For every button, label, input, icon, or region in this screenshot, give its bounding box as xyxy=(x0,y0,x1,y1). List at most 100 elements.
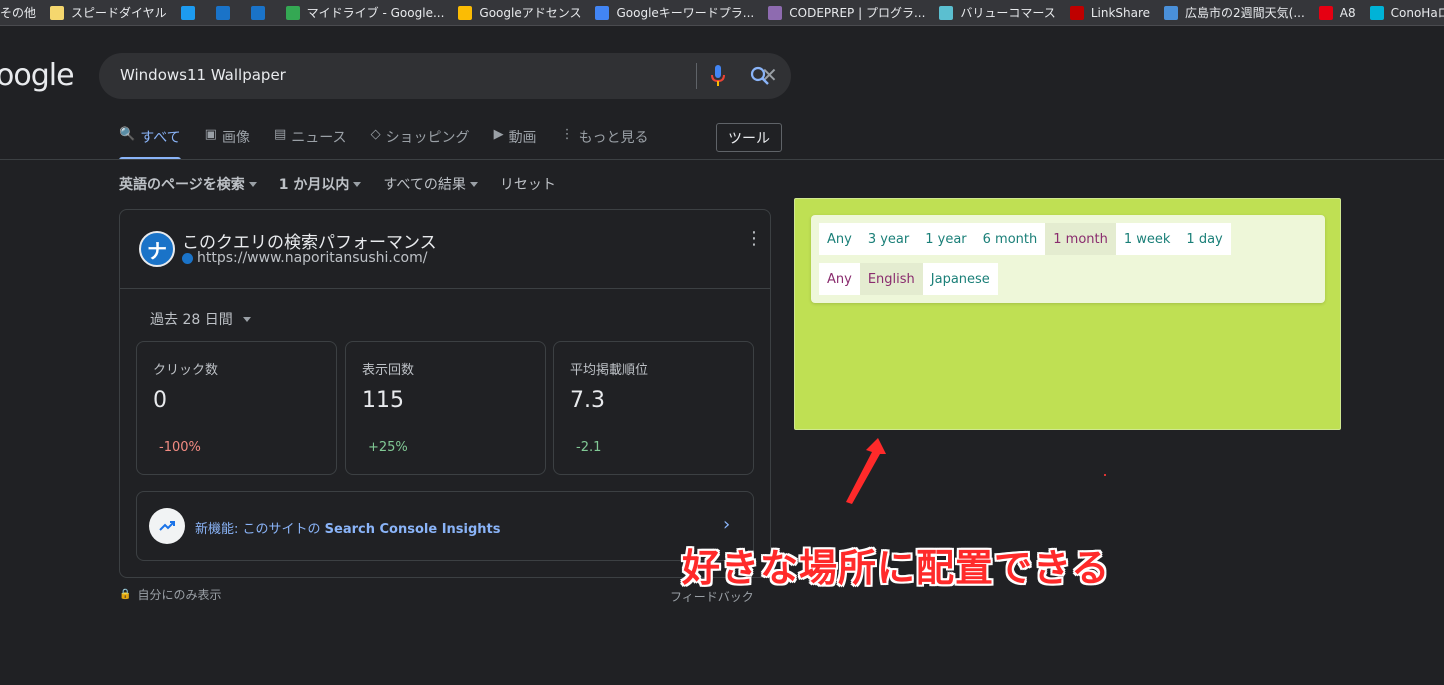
site-favicon-icon xyxy=(182,252,193,264)
time-range-chips: Any 3 year 1 year 6 month 1 month 1 week 1 day xyxy=(819,223,1231,255)
metric-value: 7.3 xyxy=(570,388,605,413)
bookmark-item[interactable]: ConoHaログイン xyxy=(1364,0,1444,25)
metric-label: 表示回数 xyxy=(362,363,415,378)
bookmark-item[interactable]: Googleキーワードプラ... xyxy=(589,0,762,25)
filter-chip[interactable]: Any xyxy=(819,263,860,295)
tab-item[interactable]: ⋮ もっと見る xyxy=(561,127,649,160)
search-divider xyxy=(696,63,697,89)
bookmark-favicon-icon xyxy=(1164,5,1179,20)
bookmark-favicon-icon xyxy=(1369,5,1384,20)
filter-chip[interactable]: 1 day xyxy=(1178,223,1231,255)
filter-bar: 英語のページを検索 1 か月以内 すべての結果 リセット xyxy=(119,174,578,194)
more-options-icon[interactable]: ⋮ xyxy=(745,230,763,248)
tab-icon: ▶ xyxy=(493,127,504,142)
trending-up-icon xyxy=(149,508,185,544)
tab-item[interactable]: ◇ ショッピング xyxy=(371,127,470,160)
tab-item[interactable]: ▤ ニュース xyxy=(274,127,347,160)
filter-chip[interactable]: 1 month xyxy=(1045,223,1116,255)
chevron-down-icon xyxy=(242,316,251,322)
chevron-down-icon xyxy=(248,181,257,187)
tab-icon: ▣ xyxy=(204,127,217,142)
filter-chip[interactable]: 6 month xyxy=(974,223,1046,255)
filter-dropdown[interactable]: すべての結果 xyxy=(383,174,478,194)
bookmark-item[interactable] xyxy=(245,0,280,25)
filter-chip[interactable]: Any xyxy=(819,223,860,255)
filter-chip[interactable]: 1 year xyxy=(917,223,975,255)
tab-label: もっと見る xyxy=(578,130,649,146)
bookmark-label: その他 xyxy=(0,6,37,20)
insights-text: 新機能: このサイトの Search Console Insights xyxy=(195,518,501,537)
bookmark-label: LinkShare xyxy=(1090,5,1151,20)
bookmark-favicon-icon xyxy=(768,5,783,20)
bookmark-item[interactable]: バリューコマース xyxy=(933,0,1063,25)
tab-label: すべて xyxy=(140,130,181,146)
period-dropdown[interactable]: 過去 28 日間 xyxy=(150,309,251,329)
bookmark-label: マイドライブ - Google... xyxy=(306,6,445,20)
filter-label: 英語のページを検索 xyxy=(119,177,245,193)
bookmark-item[interactable]: CODEPREP | プログラ... xyxy=(762,0,933,25)
bookmark-item[interactable]: マイドライブ - Google... xyxy=(280,0,453,25)
privacy-note: 🔒 自分にのみ表示 xyxy=(119,586,221,603)
bookmark-favicon-icon xyxy=(1069,5,1084,20)
metric-avg-position: 平均掲載順位 7.3 -2.1 xyxy=(553,341,754,475)
filter-label: リセット xyxy=(499,177,556,193)
bookmark-label: ConoHaログイン xyxy=(1390,6,1444,20)
bookmark-item[interactable]: その他 xyxy=(0,0,44,25)
lock-icon: 🔒 xyxy=(119,589,132,600)
bookmark-item[interactable]: スピードダイヤル xyxy=(44,0,175,25)
bookmark-item[interactable] xyxy=(175,0,210,25)
search-tabs: 🔍 すべて ▣ 画像 ▤ ニュース ◇ ショッピング ▶ 動画 ⋮ もっと見る xyxy=(119,127,673,160)
tab-item[interactable]: ▣ 画像 xyxy=(205,127,250,160)
bookmark-item[interactable] xyxy=(210,0,245,25)
bookmark-item[interactable]: 広島市の2週間天気(... xyxy=(1158,0,1313,25)
site-url-text: https://www.naporitansushi.com/ xyxy=(197,250,428,266)
filter-dropdown[interactable]: 1 か月以内 xyxy=(279,174,362,194)
bookmark-item[interactable]: A8 xyxy=(1313,0,1364,25)
bookmarks-bar: その他 スピードダイヤル マイドライブ - Google... Googleアドセンス… xyxy=(0,0,1444,26)
language-chips: Any English Japanese xyxy=(819,263,998,295)
bookmark-favicon-icon xyxy=(180,5,195,20)
bookmark-label: Googleアドセンス xyxy=(479,6,582,20)
bookmark-item[interactable]: Googleアドセンス xyxy=(452,0,589,25)
tab-label: 画像 xyxy=(221,130,250,146)
bookmark-favicon-icon xyxy=(458,5,473,20)
search-icon[interactable] xyxy=(749,65,771,87)
metric-impressions: 表示回数 115 +25% xyxy=(345,341,546,475)
bookmark-label: A8 xyxy=(1339,5,1356,20)
bookmark-item[interactable]: LinkShare xyxy=(1064,0,1158,25)
bookmark-label: 広島市の2週間天気(... xyxy=(1185,6,1305,20)
bookmark-label: スピードダイヤル xyxy=(71,6,167,20)
tab-label: ニュース xyxy=(291,130,347,146)
insights-prefix: 新機能: このサイトの xyxy=(195,522,325,537)
tab-item[interactable]: 🔍 すべて xyxy=(119,127,181,160)
search-box[interactable]: Windows11 Wallpaper ✕ xyxy=(99,53,791,99)
filter-label: すべての結果 xyxy=(383,177,466,193)
bookmark-favicon-icon xyxy=(1318,5,1333,20)
filter-chip[interactable]: 3 year xyxy=(859,223,918,255)
tab-icon: ◇ xyxy=(370,127,381,142)
tab-item[interactable]: ▶ 動画 xyxy=(494,127,537,160)
tab-label: 動画 xyxy=(508,130,537,146)
filter-chip[interactable]: 1 week xyxy=(1115,223,1179,255)
filter-chip[interactable]: Japanese xyxy=(922,263,998,295)
bookmark-favicon-icon xyxy=(250,5,265,20)
bookmark-label: CODEPREP | プログラ... xyxy=(789,6,926,20)
privacy-text: 自分にのみ表示 xyxy=(137,588,222,602)
search-input[interactable]: Windows11 Wallpaper xyxy=(120,66,286,84)
chevron-right-icon: › xyxy=(723,514,731,535)
bookmark-favicon-icon xyxy=(215,5,230,20)
filter-chip[interactable]: English xyxy=(859,263,923,295)
period-label: 過去 28 日間 xyxy=(150,312,233,328)
google-logo[interactable]: oogle xyxy=(0,58,75,93)
site-url[interactable]: https://www.naporitansushi.com/ xyxy=(182,250,427,266)
filter-dropdown[interactable]: 英語のページを検索 xyxy=(119,174,257,194)
metric-delta: +25% xyxy=(368,440,408,455)
bookmark-label: Googleキーワードプラ... xyxy=(616,6,755,20)
bookmark-favicon-icon xyxy=(595,5,610,20)
filter-dropdown[interactable]: リセット xyxy=(500,174,556,194)
microphone-icon[interactable] xyxy=(711,65,725,87)
metric-clicks: クリック数 0 -100% xyxy=(136,341,337,475)
search-console-insights-link[interactable]: 新機能: このサイトの Search Console Insights › xyxy=(136,491,754,561)
tools-button[interactable]: ツール xyxy=(716,123,782,152)
filter-extension-panel[interactable]: Any 3 year 1 year 6 month 1 month 1 week 1 day… xyxy=(794,198,1341,430)
